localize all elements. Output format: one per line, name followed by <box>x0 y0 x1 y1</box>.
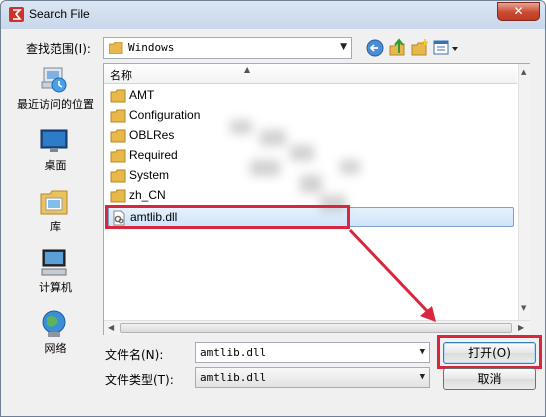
filetype-value: amtlib.dll <box>200 371 267 384</box>
scroll-down-icon[interactable]: ▼ <box>521 304 526 312</box>
place-computer[interactable]: 计算机 <box>10 247 101 303</box>
place-recent[interactable]: 最近访问的位置 <box>10 64 101 120</box>
new-folder-icon[interactable] <box>410 38 430 58</box>
place-label: 网络 <box>44 342 67 355</box>
horizontal-scrollbar[interactable]: ◀ ▶ <box>104 320 530 335</box>
folder-icon <box>110 89 126 103</box>
chevron-down-icon: ▼ <box>419 372 425 382</box>
libraries-icon <box>40 190 68 215</box>
folder-icon <box>110 189 126 203</box>
folder-icon <box>110 149 126 163</box>
folder-icon <box>109 42 123 54</box>
list-item-name: AMT <box>129 88 155 102</box>
open-button[interactable]: 打开(O) <box>443 342 536 364</box>
cancel-button[interactable]: 取消 <box>443 368 536 390</box>
chevron-down-icon: ▼ <box>340 42 347 52</box>
column-header-label: 名称 <box>110 69 132 82</box>
list-item-name: zh_CN <box>129 188 166 202</box>
filename-input[interactable]: amtlib.dll ▼ <box>195 342 430 363</box>
up-folder-icon[interactable] <box>388 38 408 58</box>
place-label: 最近访问的位置 <box>17 98 94 111</box>
close-button[interactable]: ✕ <box>497 2 540 21</box>
scroll-left-icon[interactable]: ◀ <box>108 323 114 332</box>
vertical-scrollbar[interactable]: ▲ ▼ <box>518 64 530 320</box>
desktop-icon <box>40 129 68 152</box>
list-item-name: OBLRes <box>129 128 175 142</box>
sort-ascending-icon: ▲ <box>244 65 251 74</box>
filetype-select[interactable]: amtlib.dll ▼ <box>195 367 430 388</box>
scroll-right-icon[interactable]: ▶ <box>518 323 524 332</box>
folder-icon <box>110 169 126 183</box>
scrollbar-thumb[interactable] <box>120 323 512 333</box>
list-item-name: Configuration <box>129 108 201 122</box>
window-title: Search File <box>29 7 90 21</box>
folder-icon <box>110 129 126 143</box>
place-label: 计算机 <box>39 281 72 294</box>
place-label: 库 <box>50 220 61 233</box>
filename-value: amtlib.dll <box>200 346 267 359</box>
places-bar: 最近访问的位置 桌面 库 计算机 网络 <box>10 64 101 364</box>
place-desktop[interactable]: 桌面 <box>10 125 101 181</box>
filename-label: 文件名(N): <box>105 348 164 362</box>
highlight-box-file <box>105 205 350 229</box>
recent-places-icon <box>41 67 67 93</box>
computer-icon <box>41 249 67 276</box>
place-label: 桌面 <box>44 159 67 172</box>
scroll-up-icon[interactable]: ▲ <box>521 68 526 76</box>
chevron-down-icon[interactable]: ▼ <box>420 347 425 357</box>
network-icon <box>42 310 66 337</box>
folder-icon <box>110 109 126 123</box>
filetype-label: 文件类型(T): <box>105 373 174 387</box>
look-in-label: 查找范围(I): <box>26 42 91 56</box>
look-in-value: Windows <box>128 41 175 54</box>
app-icon <box>9 7 24 22</box>
column-header-name[interactable]: 名称 ▲ <box>104 64 517 84</box>
title-bar: Search File ✕ <box>1 1 545 29</box>
place-libraries[interactable]: 库 <box>10 186 101 242</box>
list-item-name: System <box>129 168 170 182</box>
place-network[interactable]: 网络 <box>10 308 101 364</box>
look-in-combobox[interactable]: Windows ▼ <box>103 37 352 59</box>
back-icon[interactable] <box>365 38 385 58</box>
view-menu-icon[interactable] <box>432 38 460 58</box>
list-item-name: Required <box>129 148 178 162</box>
